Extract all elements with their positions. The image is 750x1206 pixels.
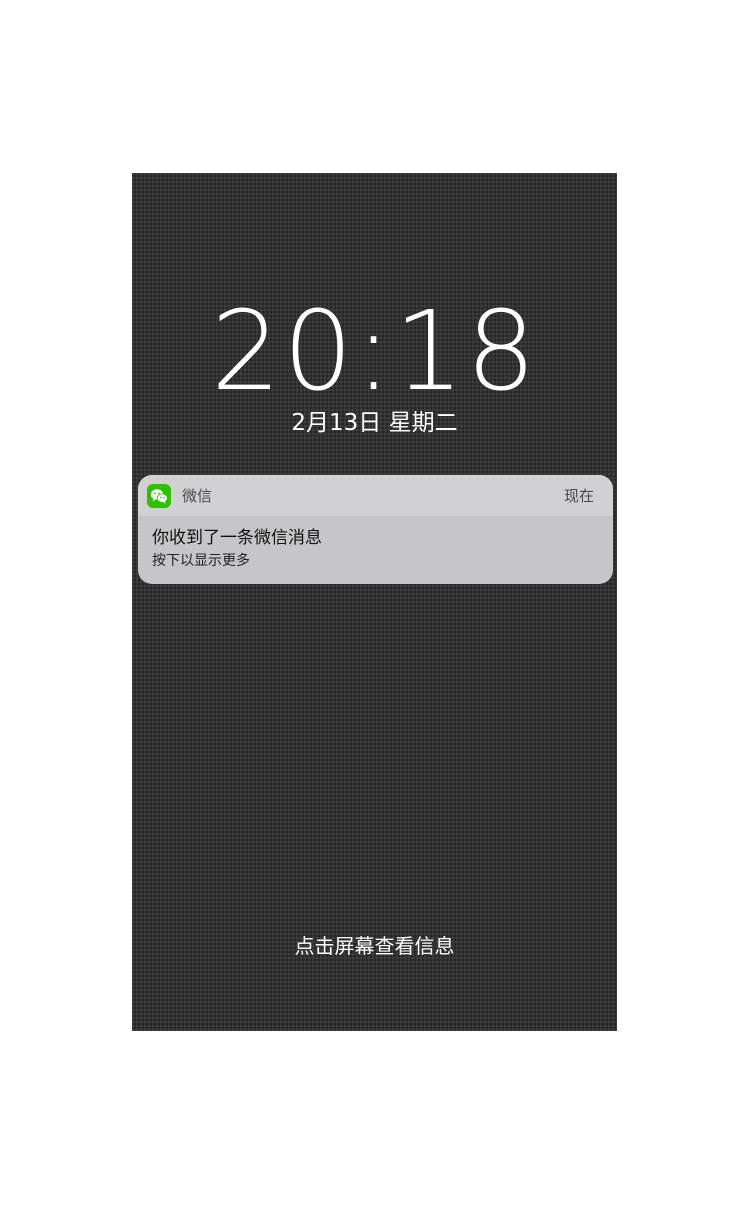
unlock-hint: 点击屏幕查看信息 [294, 934, 455, 958]
clock-time: 20:18 [210, 287, 538, 415]
notification-title: 你收到了一条微信消息 [152, 528, 322, 548]
notification-card[interactable]: 微信 现在 你收到了一条微信消息 按下以显示更多 [138, 475, 613, 584]
clock-date: 2月13日 星期二 [291, 410, 458, 436]
wechat-icon [147, 484, 171, 508]
lock-screen[interactable]: 20:18 2月13日 星期二 微信 现在 你收到了一条微信消息 按下以显示更多 [132, 173, 617, 1031]
notification-header: 微信 现在 [138, 475, 613, 516]
notification-time: 现在 [563, 487, 594, 505]
notification-body: 按下以显示更多 [152, 553, 250, 569]
notification-app-name: 微信 [182, 487, 213, 505]
